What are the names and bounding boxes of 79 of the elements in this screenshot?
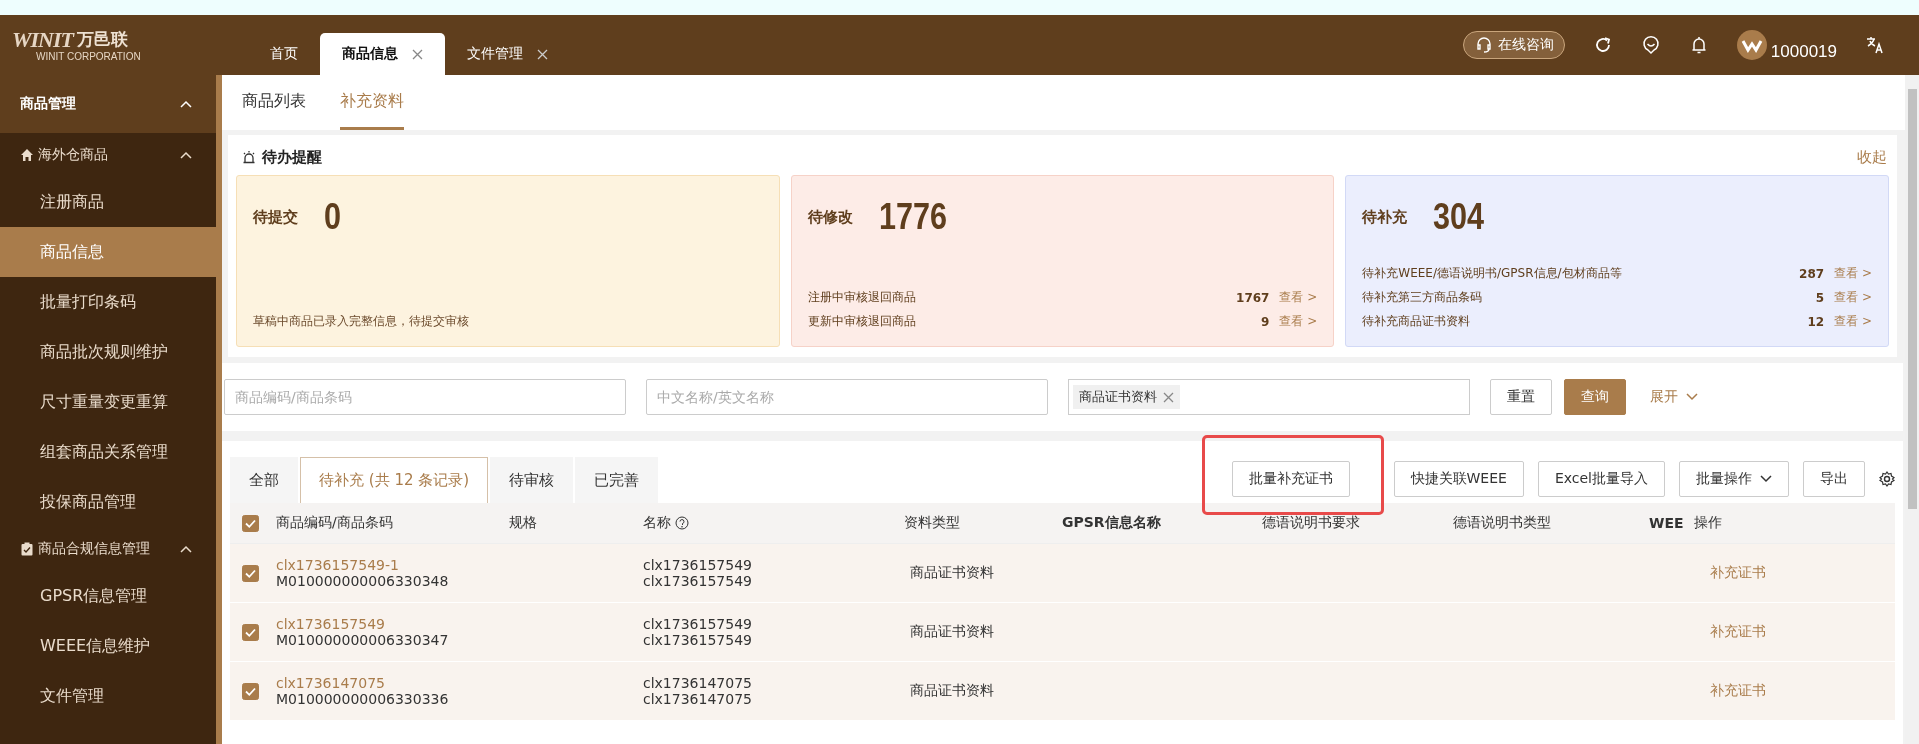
name-text: clx1736157549 [643,616,753,632]
line-count: 5 [1814,290,1825,305]
name-text: clx1736147075 [643,691,753,707]
type-text: 商品证书资料 [910,682,995,700]
column-header: 资料类型 [904,514,960,532]
card-title: 待提交 [253,207,298,227]
menu-group[interactable]: 商品合规信息管理 [38,540,176,558]
reset-button[interactable]: 重置 [1490,379,1552,415]
add-certificate-link[interactable]: 补充证书 [1710,564,1895,582]
card-count: 0 [324,196,342,238]
search-button[interactable]: 查询 [1564,379,1626,415]
reminder-title: 待办提醒 [262,147,322,167]
line-label: 注册中审核退回商品 [807,289,917,306]
menu-item[interactable]: 尺寸重量变更重算 [0,377,216,427]
card-title: 待修改 [807,207,853,227]
toolbar-button[interactable]: Excel批量导入 [1537,461,1665,497]
line-count: 12 [1806,314,1825,329]
menu-item[interactable]: 文件管理 [0,671,216,721]
line-count: 1767 [1235,290,1270,305]
menu-item[interactable]: 批量打印条码 [0,277,216,327]
card-count: 304 [1433,196,1485,238]
line-count: 9 [1260,314,1270,329]
line-count: 287 [1798,266,1825,281]
toolbar-button[interactable]: 导出 [1803,461,1865,497]
column-header: 商品编码/商品条码 [276,514,393,532]
card-note: 草稿中商品已录入完整信息，待提交审核 [253,313,470,330]
barcode-text: M010000000006330347 [276,632,450,648]
menu-item[interactable]: 注册商品 [0,177,216,227]
page-tab[interactable]: 商品信息 [320,33,445,75]
line-label: 待补充第三方商品条码 [1362,289,1484,306]
status-tab[interactable]: 待审核 [490,457,574,503]
status-tab[interactable]: 待补充 (共 12 条记录) [300,457,489,503]
column-header: 操作 [1694,514,1722,532]
menu-item[interactable]: GPSR信息管理 [0,571,216,621]
code-field[interactable]: 商品编码/商品条码 [224,379,626,415]
toolbar-button[interactable]: 快捷关联WEEE [1393,461,1524,497]
column-header: 规格 [509,514,537,532]
toolbar-button[interactable]: 批量补充证书 [1231,461,1350,497]
name-text: clx1736157549 [643,557,753,573]
menu-item[interactable]: 商品批次规则维护 [0,327,216,377]
name-text: clx1736147075 [643,675,753,691]
brand-logo: WINIT 万邑联 WINIT CORPORATION [11,25,142,64]
type-text: 商品证书资料 [910,564,995,582]
card-count: 1776 [878,196,947,238]
menu-section-title[interactable]: 商品管理 [20,95,76,113]
menu-item[interactable]: 投保商品管理 [0,477,216,527]
column-header: 德语说明书要求 [1262,514,1360,532]
column-header: 德语说明书类型 [1453,514,1551,532]
consult-button[interactable]: 在线咨询 [1462,31,1565,59]
add-certificate-link[interactable]: 补充证书 [1710,623,1895,641]
menu-item[interactable]: 组套商品关系管理 [0,427,216,477]
column-header: GPSR信息名称 [1062,514,1161,532]
user-id[interactable]: 1000019 [1770,43,1837,60]
line-label: 待补充WEEE/德语说明书/GPSR信息/包材商品等 [1362,265,1623,282]
menu-item[interactable]: WEEE信息维护 [0,621,216,671]
column-header: WEE [1649,515,1684,531]
name-field[interactable]: 中文名称/英文名称 [646,379,1048,415]
sub-tab[interactable]: 补充资料 [340,75,404,130]
column-header: 名称 [643,514,671,532]
menu-group[interactable]: 海外仓商品 [38,146,176,164]
line-label: 更新中审核退回商品 [807,313,917,330]
filter-tag: 商品证书资料 [1073,385,1180,409]
sub-tab[interactable]: 商品列表 [242,75,306,130]
barcode-text: M010000000006330336 [276,691,450,707]
collapse-link[interactable]: 收起 [1857,147,1889,167]
barcode-text: M010000000006330348 [276,573,450,589]
type-select[interactable]: 商品证书资料 [1068,379,1470,415]
type-text: 商品证书资料 [910,623,995,641]
name-text: clx1736157549 [643,632,753,648]
toolbar-button[interactable]: 批量操作 [1679,461,1789,497]
add-certificate-link[interactable]: 补充证书 [1710,682,1895,700]
name-text: clx1736157549 [643,573,753,589]
card-title: 待补充 [1362,207,1408,227]
page-tab[interactable]: 文件管理 [445,33,570,75]
status-tab[interactable]: 全部 [230,457,298,503]
status-tab[interactable]: 已完善 [575,457,659,503]
menu-item[interactable]: 商品信息 [0,227,216,277]
line-label: 待补充商品证书资料 [1362,313,1472,330]
page-tab[interactable]: 首页 [248,33,320,75]
